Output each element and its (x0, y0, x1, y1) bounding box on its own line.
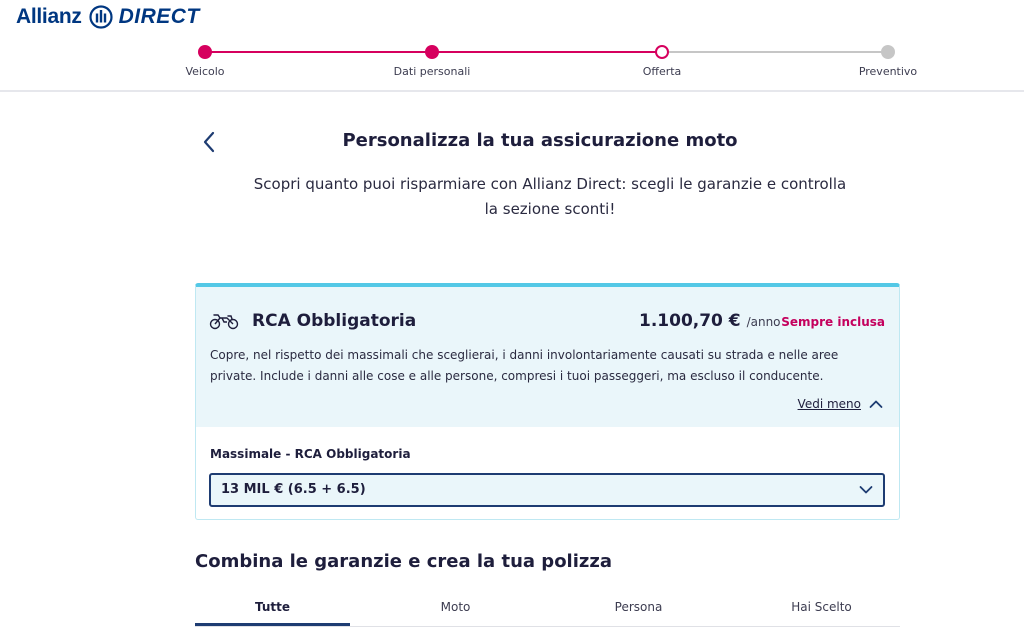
limit-select-value: 13 MIL € (6.5 + 6.5) (221, 482, 366, 497)
see-less-link[interactable]: Vedi meno (798, 397, 861, 411)
allianz-eagle-icon (88, 5, 113, 29)
card-summary: RCA Obbligatoria 1.100,70 € /anno Sempre… (196, 287, 899, 427)
step-dot-veicolo[interactable] (198, 45, 212, 59)
progress-line-3 (662, 51, 888, 53)
back-chevron-icon[interactable] (196, 128, 224, 156)
motorcycle-icon (209, 314, 239, 330)
coverage-description: Copre, nel rispetto dei massimali che sc… (210, 345, 870, 387)
always-included-badge: Sempre inclusa (781, 315, 885, 329)
description-line-2: private. Include i danni alle cose e all… (210, 369, 824, 383)
logo-word-allianz: Allianz (16, 5, 82, 28)
page-title: Personalizza la tua assicurazione moto (342, 130, 738, 151)
rca-coverage-card: RCA Obbligatoria 1.100,70 € /anno Sempre… (195, 283, 900, 520)
coverage-price: 1.100,70 € /anno (639, 311, 781, 331)
progress-line-1 (205, 51, 432, 53)
subtitle-line-1: Scopri quanto puoi risparmiare con Allia… (253, 175, 847, 193)
step-label-offerta: Offerta (642, 65, 682, 78)
price-period: /anno (746, 315, 781, 329)
progress-line-2 (432, 51, 662, 53)
limit-select-label: Massimale - RCA Obbligatoria (210, 447, 411, 461)
progress-stepper: Veicolo Dati personali Offerta Preventiv… (0, 40, 1024, 84)
allianz-direct-logo[interactable]: Allianz DIRECT (16, 4, 200, 30)
step-label-dati-personali: Dati personali (393, 65, 471, 78)
subtitle-line-2: la sezione sconti! (484, 200, 616, 218)
description-line-1: Copre, nel rispetto dei massimali che sc… (210, 348, 839, 362)
chevron-down-icon (859, 486, 873, 494)
tab-moto[interactable]: Moto (378, 597, 533, 626)
logo-word-direct: DIRECT (118, 5, 200, 28)
step-label-veicolo: Veicolo (185, 65, 225, 78)
site-header: Allianz DIRECT Veicolo Dati personali Of… (0, 0, 1024, 92)
limit-select[interactable]: 13 MIL € (6.5 + 6.5) (209, 473, 885, 507)
tab-tutte[interactable]: Tutte (195, 597, 350, 626)
step-label-preventivo: Preventivo (858, 65, 918, 78)
chevron-up-icon (869, 400, 883, 408)
tab-hai-scelto[interactable]: Hai Scelto (744, 597, 899, 626)
tab-persona[interactable]: Persona (561, 597, 716, 626)
page-subtitle: Scopri quanto puoi risparmiare con Allia… (230, 172, 870, 222)
coverage-title: RCA Obbligatoria (252, 311, 417, 331)
step-dot-preventivo (881, 45, 895, 59)
see-less-toggle[interactable]: Vedi meno (798, 397, 883, 411)
step-dot-dati-personali[interactable] (425, 45, 439, 59)
step-dot-offerta (655, 45, 669, 59)
price-amount: 1.100,70 € (639, 311, 741, 331)
coverage-tabs: Tutte Moto Persona Hai Scelto (195, 597, 900, 627)
section-title: Combina le garanzie e crea la tua polizz… (195, 551, 612, 572)
